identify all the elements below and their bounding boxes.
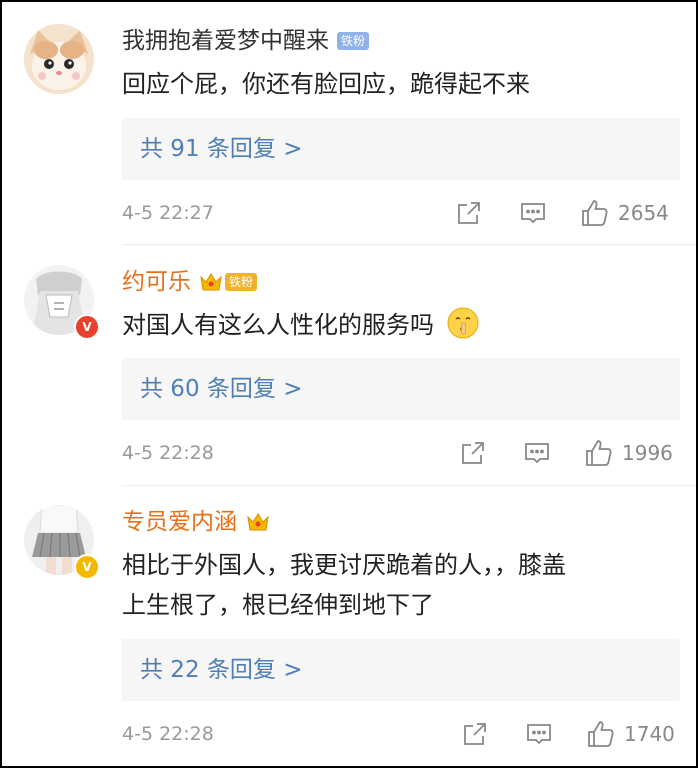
view-replies-button[interactable]: 共 91 条回复 > (122, 118, 680, 180)
share-button[interactable] (461, 719, 489, 749)
divider (122, 485, 696, 486)
timestamp: 4-5 22:27 (122, 202, 214, 224)
share-icon[interactable] (459, 439, 487, 467)
verified-badge-icon: V (74, 314, 100, 340)
comment-text-line: 相比于外国人，我更讨厌跪着的人，，膝盖 (122, 551, 566, 579)
like-button[interactable]: 1996 (584, 438, 673, 468)
comment-text: 回应个屁，你还有脸回应，跪得起不来 (122, 70, 530, 98)
comment-meta: 4-5 22:28 1740 (122, 719, 676, 749)
like-icon[interactable] (580, 198, 610, 228)
username-text[interactable]: 约可乐 (122, 267, 191, 297)
comment-button[interactable] (519, 198, 547, 228)
fan-tag: 铁粉 (337, 32, 370, 50)
share-button[interactable] (459, 438, 487, 468)
comments-panel: 我拥抱着爱梦中醒来 铁粉 回应个屁，你还有脸回应，跪得起不来 共 91 条回复 … (0, 0, 698, 768)
comment-meta: 4-5 22:27 2654 (122, 198, 676, 228)
like-button[interactable]: 2654 (580, 198, 669, 228)
timestamp: 4-5 22:28 (122, 442, 214, 464)
comment-button[interactable] (525, 719, 553, 749)
comment-icon[interactable] (523, 439, 551, 467)
replies-label[interactable]: 共 22 条回复 > (140, 657, 302, 683)
like-icon[interactable] (586, 719, 616, 749)
like-button[interactable]: 1740 (586, 719, 675, 749)
share-button[interactable] (455, 198, 483, 228)
view-replies-button[interactable]: 共 22 条回复 > (122, 639, 680, 701)
like-count: 2654 (618, 201, 669, 225)
divider (122, 244, 696, 245)
replies-label[interactable]: 共 60 条回复 > (140, 376, 302, 402)
comment-icon[interactable] (519, 199, 547, 227)
username[interactable]: 专员爱内涵 (122, 507, 271, 537)
share-icon[interactable] (461, 720, 489, 748)
username[interactable]: 约可乐 铁粉 (122, 267, 258, 297)
comment-icon[interactable] (525, 720, 553, 748)
username-text[interactable]: 我拥抱着爱梦中醒来 (122, 26, 329, 56)
username[interactable]: 我拥抱着爱梦中醒来 铁粉 (122, 26, 370, 56)
verified-badge-icon: V (74, 554, 100, 580)
timestamp: 4-5 22:28 (122, 723, 214, 745)
avatar[interactable] (24, 24, 94, 94)
crown-icon (200, 273, 222, 291)
view-replies-button[interactable]: 共 60 条回复 > (122, 358, 680, 420)
like-icon[interactable] (584, 438, 614, 468)
fan-tag: 铁粉 (225, 273, 258, 291)
like-count: 1740 (624, 722, 675, 746)
replies-label[interactable]: 共 91 条回复 > (140, 136, 302, 162)
comment-text-line: 上生根了，根已经伸到地下了 (122, 591, 434, 619)
comment-text: 相比于外国人，我更讨厌跪着的人，，膝盖 上生根了，根已经伸到地下了 (122, 545, 670, 625)
comment-meta: 4-5 22:28 1996 (122, 438, 676, 468)
comment-text: 对国人有这么人性化的服务吗 (122, 305, 670, 345)
fan-badge: 铁粉 (199, 271, 258, 293)
shush-emoji-icon (447, 307, 479, 339)
username-text[interactable]: 专员爱内涵 (122, 507, 237, 537)
comment-text-content: 对国人有这么人性化的服务吗 (122, 311, 434, 339)
comment-button[interactable] (523, 438, 551, 468)
share-icon[interactable] (455, 199, 483, 227)
like-count: 1996 (622, 441, 673, 465)
crown-icon (247, 513, 269, 531)
